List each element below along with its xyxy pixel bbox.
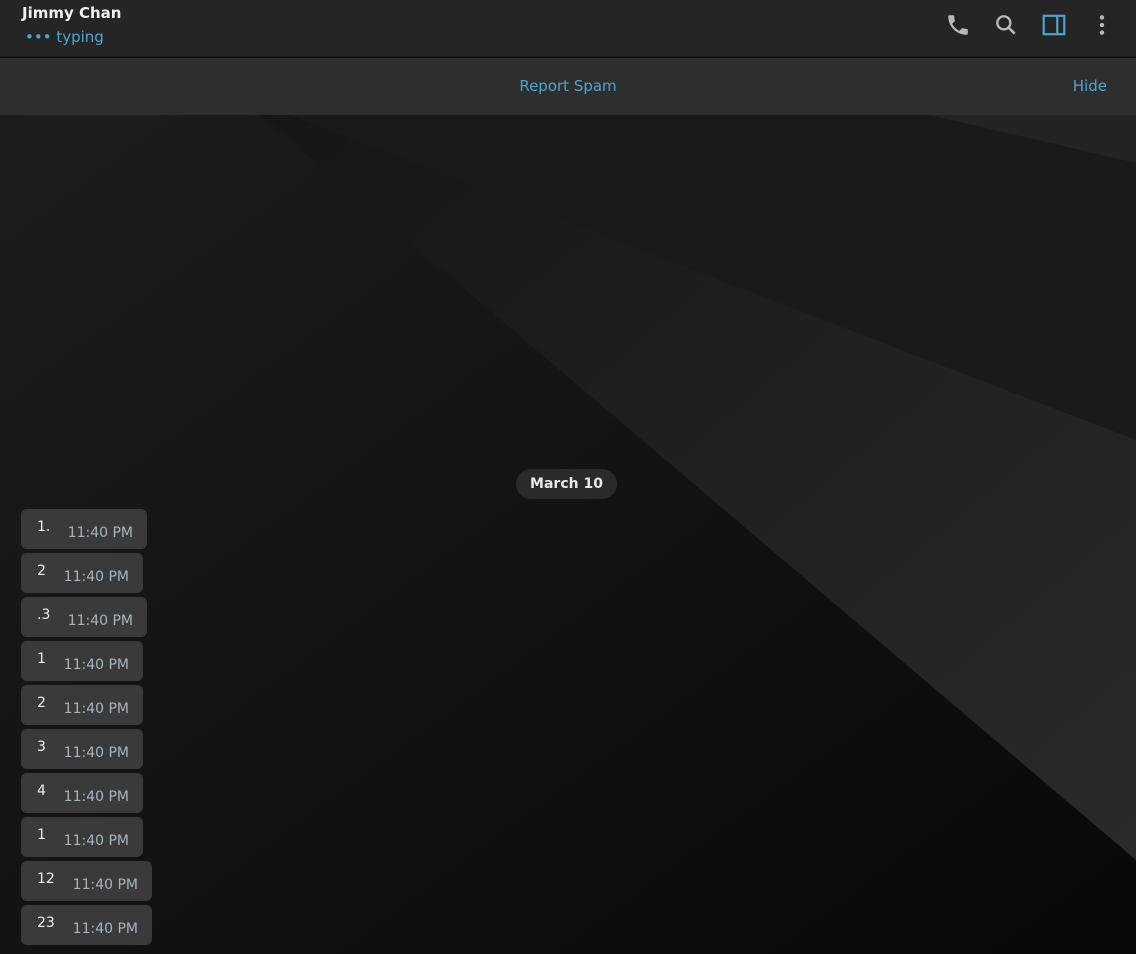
message-bubble[interactable]: 1 11:40 PM (21, 817, 143, 857)
message-time: 11:40 PM (67, 525, 133, 541)
contact-name[interactable]: Jimmy Chan (22, 4, 121, 22)
date-separator: March 10 (516, 469, 617, 499)
message-time: 11:40 PM (63, 745, 129, 761)
message-bubble[interactable]: 12 11:40 PM (21, 861, 152, 901)
phone-icon[interactable] (945, 12, 971, 38)
chat-header: Jimmy Chan ••• typing (0, 0, 1136, 57)
message-bubble[interactable]: 2 11:40 PM (21, 553, 143, 593)
message-time: 11:40 PM (67, 613, 133, 629)
message-time: 11:40 PM (72, 877, 138, 893)
sidebar-toggle-icon[interactable] (1041, 12, 1067, 38)
typing-dots-icon: ••• (25, 28, 52, 46)
message-bubble[interactable]: 23 11:40 PM (21, 905, 152, 945)
message-text: 1. (37, 519, 51, 535)
message-text: 1 (37, 651, 46, 667)
message-time: 11:40 PM (63, 701, 129, 717)
spam-bar: Report Spam Hide (0, 58, 1136, 115)
message-bubble[interactable]: 1. 11:40 PM (21, 509, 147, 549)
hide-button[interactable]: Hide (1073, 77, 1107, 95)
message-time: 11:40 PM (63, 657, 129, 673)
report-spam-button[interactable]: Report Spam (0, 77, 1136, 95)
message-text: 1 (37, 827, 46, 843)
message-text: 23 (37, 915, 55, 931)
message-time: 11:40 PM (72, 921, 138, 937)
more-vertical-icon[interactable] (1089, 12, 1115, 38)
message-bubble[interactable]: 4 11:40 PM (21, 773, 143, 813)
message-bubble[interactable]: 3 11:40 PM (21, 729, 143, 769)
message-time: 11:40 PM (63, 833, 129, 849)
message-time: 11:40 PM (63, 569, 129, 585)
search-icon[interactable] (993, 12, 1019, 38)
message-text: 3 (37, 739, 46, 755)
message-text: 4 (37, 783, 46, 799)
message-time: 11:40 PM (63, 789, 129, 805)
message-text: 2 (37, 563, 46, 579)
chat-wallpaper (0, 115, 1136, 954)
typing-status: ••• typing (25, 28, 104, 46)
message-bubble[interactable]: .3 11:40 PM (21, 597, 147, 637)
message-text: 12 (37, 871, 55, 887)
message-text: 2 (37, 695, 46, 711)
message-bubble[interactable]: 1 11:40 PM (21, 641, 143, 681)
message-bubble[interactable]: 2 11:40 PM (21, 685, 143, 725)
message-text: .3 (37, 607, 51, 623)
